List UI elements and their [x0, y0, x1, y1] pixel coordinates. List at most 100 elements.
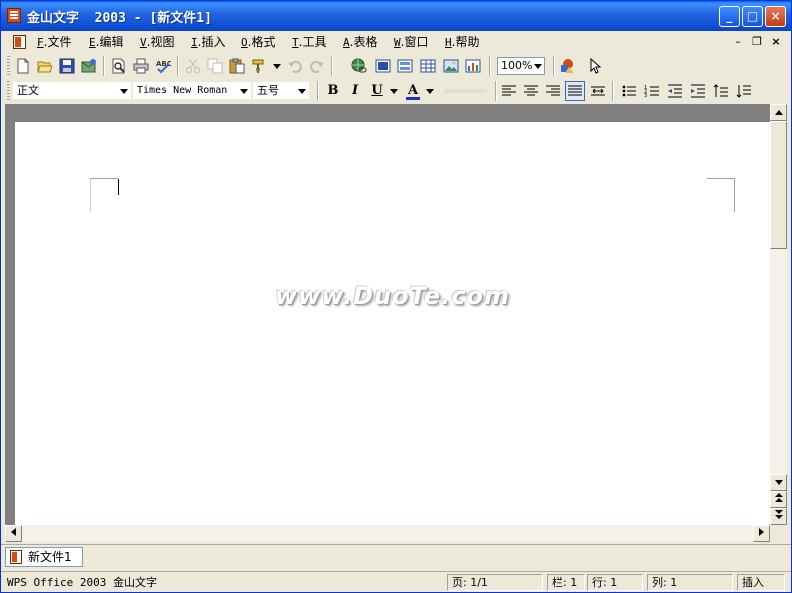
align-center-button[interactable]: [521, 81, 541, 101]
new-document-button[interactable]: [13, 56, 33, 76]
table-grid-icon: [420, 59, 436, 73]
italic-button[interactable]: I: [345, 81, 365, 101]
format-painter-button[interactable]: [249, 56, 269, 76]
increase-spacing-button[interactable]: [711, 81, 731, 101]
scroll-right-button[interactable]: [753, 525, 770, 542]
cut-button[interactable]: [183, 56, 203, 76]
scroll-left-button[interactable]: [5, 525, 22, 542]
undo-button[interactable]: [285, 56, 305, 76]
title-bar[interactable]: 金山文字 2003 - [新文件1] _ □ ×: [1, 1, 791, 31]
decrease-indent-icon: [668, 84, 682, 98]
insert-picture-button[interactable]: [441, 56, 461, 76]
menu-table[interactable]: A.表格: [343, 34, 377, 50]
chevron-down-icon: [240, 89, 248, 94]
decrease-spacing-button[interactable]: [734, 81, 754, 101]
print-preview-button[interactable]: [109, 56, 129, 76]
toolbar-grip[interactable]: [7, 81, 10, 101]
frame-icon: [397, 59, 413, 73]
menu-window[interactable]: W.窗口: [394, 34, 428, 50]
doc-minimize-button[interactable]: –: [731, 35, 745, 49]
doc-restore-button[interactable]: ❐: [750, 35, 764, 49]
toolbar-grip[interactable]: [7, 56, 10, 76]
scroll-down-button[interactable]: [770, 474, 787, 491]
send-mail-button[interactable]: [79, 56, 99, 76]
doc-close-button[interactable]: ×: [769, 35, 783, 49]
spell-check-icon: ABC: [156, 60, 171, 74]
double-arrow-up-icon: [774, 493, 783, 502]
printer-icon: [133, 58, 149, 74]
spell-check-button[interactable]: ABC: [153, 56, 173, 76]
menu-view[interactable]: V.视图: [140, 34, 174, 50]
increase-indent-button[interactable]: [688, 81, 708, 101]
bullet-list-button[interactable]: [619, 81, 639, 101]
undo-icon: [288, 60, 302, 73]
paragraph-style-select[interactable]: 正文: [13, 82, 131, 100]
menu-file[interactable]: F.文件: [37, 34, 71, 50]
save-disk-icon: [59, 58, 75, 74]
drawing-shapes-icon: [561, 59, 574, 73]
cursor-arrow-icon: [590, 58, 602, 74]
open-folder-icon: [37, 61, 53, 73]
align-right-button[interactable]: [543, 81, 563, 101]
font-size-value: 五号: [257, 84, 279, 97]
drawing-tools-button[interactable]: [557, 56, 577, 76]
zoom-select[interactable]: 100%: [497, 57, 545, 75]
paste-button[interactable]: [227, 56, 247, 76]
close-button[interactable]: ×: [765, 6, 786, 27]
align-left-button[interactable]: [499, 81, 519, 101]
menu-format[interactable]: O.格式: [241, 34, 275, 50]
insert-hyperlink-button[interactable]: [349, 56, 369, 76]
insert-chart-button[interactable]: [463, 56, 483, 76]
vertical-scroll-thumb[interactable]: [770, 121, 787, 249]
app-window: 金山文字 2003 - [新文件1] _ □ × F.文件 E.编辑 V.视图 …: [0, 0, 792, 593]
menu-tools[interactable]: T.工具: [292, 34, 326, 50]
zoom-value: 100%: [501, 59, 533, 72]
toolbar-separator: [103, 56, 105, 76]
document-control-icon[interactable]: [13, 35, 26, 49]
font-size-select[interactable]: 五号: [253, 82, 309, 100]
font-family-select[interactable]: Times New Roman: [133, 82, 251, 100]
open-button[interactable]: [35, 56, 55, 76]
minimize-button[interactable]: _: [719, 6, 740, 27]
increase-indent-icon: [691, 84, 705, 98]
redo-button[interactable]: [307, 56, 327, 76]
format-painter-dropdown[interactable]: [271, 56, 283, 76]
menu-help[interactable]: H.帮助: [445, 34, 479, 50]
underline-button[interactable]: U: [367, 81, 387, 101]
font-color-dropdown[interactable]: [425, 81, 435, 101]
app-document-icon[interactable]: [7, 8, 21, 23]
document-page[interactable]: www.DuoTe.com: [15, 122, 770, 525]
vertical-scrollbar[interactable]: [770, 104, 787, 525]
arrow-right-icon: [759, 528, 764, 536]
chevron-down-icon: [298, 89, 306, 94]
font-color-swatch: [406, 97, 420, 100]
previous-page-button[interactable]: [770, 491, 787, 508]
horizontal-scrollbar[interactable]: [5, 525, 770, 542]
print-button[interactable]: [131, 56, 151, 76]
distribute-button[interactable]: [588, 81, 608, 101]
save-button[interactable]: [57, 56, 77, 76]
document-workspace: www.DuoTe.com: [5, 104, 770, 525]
bold-button[interactable]: B: [323, 81, 343, 101]
font-color-button[interactable]: A: [403, 81, 423, 101]
status-insert-mode[interactable]: 插入: [737, 574, 785, 591]
underline-dropdown[interactable]: [389, 81, 399, 101]
scroll-up-button[interactable]: [770, 104, 787, 121]
decrease-indent-button[interactable]: [665, 81, 685, 101]
next-page-button[interactable]: [770, 508, 787, 525]
document-tab[interactable]: 新文件1: [5, 547, 83, 567]
text-box-button[interactable]: [373, 56, 393, 76]
menu-insert[interactable]: I.插入: [191, 34, 225, 50]
numbered-list-button[interactable]: 123: [642, 81, 662, 101]
select-object-button[interactable]: [585, 56, 605, 76]
style-value: 正文: [17, 84, 39, 97]
align-justify-button[interactable]: [565, 81, 585, 101]
maximize-button[interactable]: □: [742, 6, 763, 27]
menu-edit[interactable]: E.编辑: [89, 34, 123, 50]
frame-button[interactable]: [395, 56, 415, 76]
insert-table-button[interactable]: [418, 56, 438, 76]
copy-button[interactable]: [205, 56, 225, 76]
chart-icon: [465, 59, 481, 73]
highlight-button[interactable]: [441, 81, 491, 101]
status-app-name: WPS Office 2003 金山文字: [7, 576, 157, 589]
